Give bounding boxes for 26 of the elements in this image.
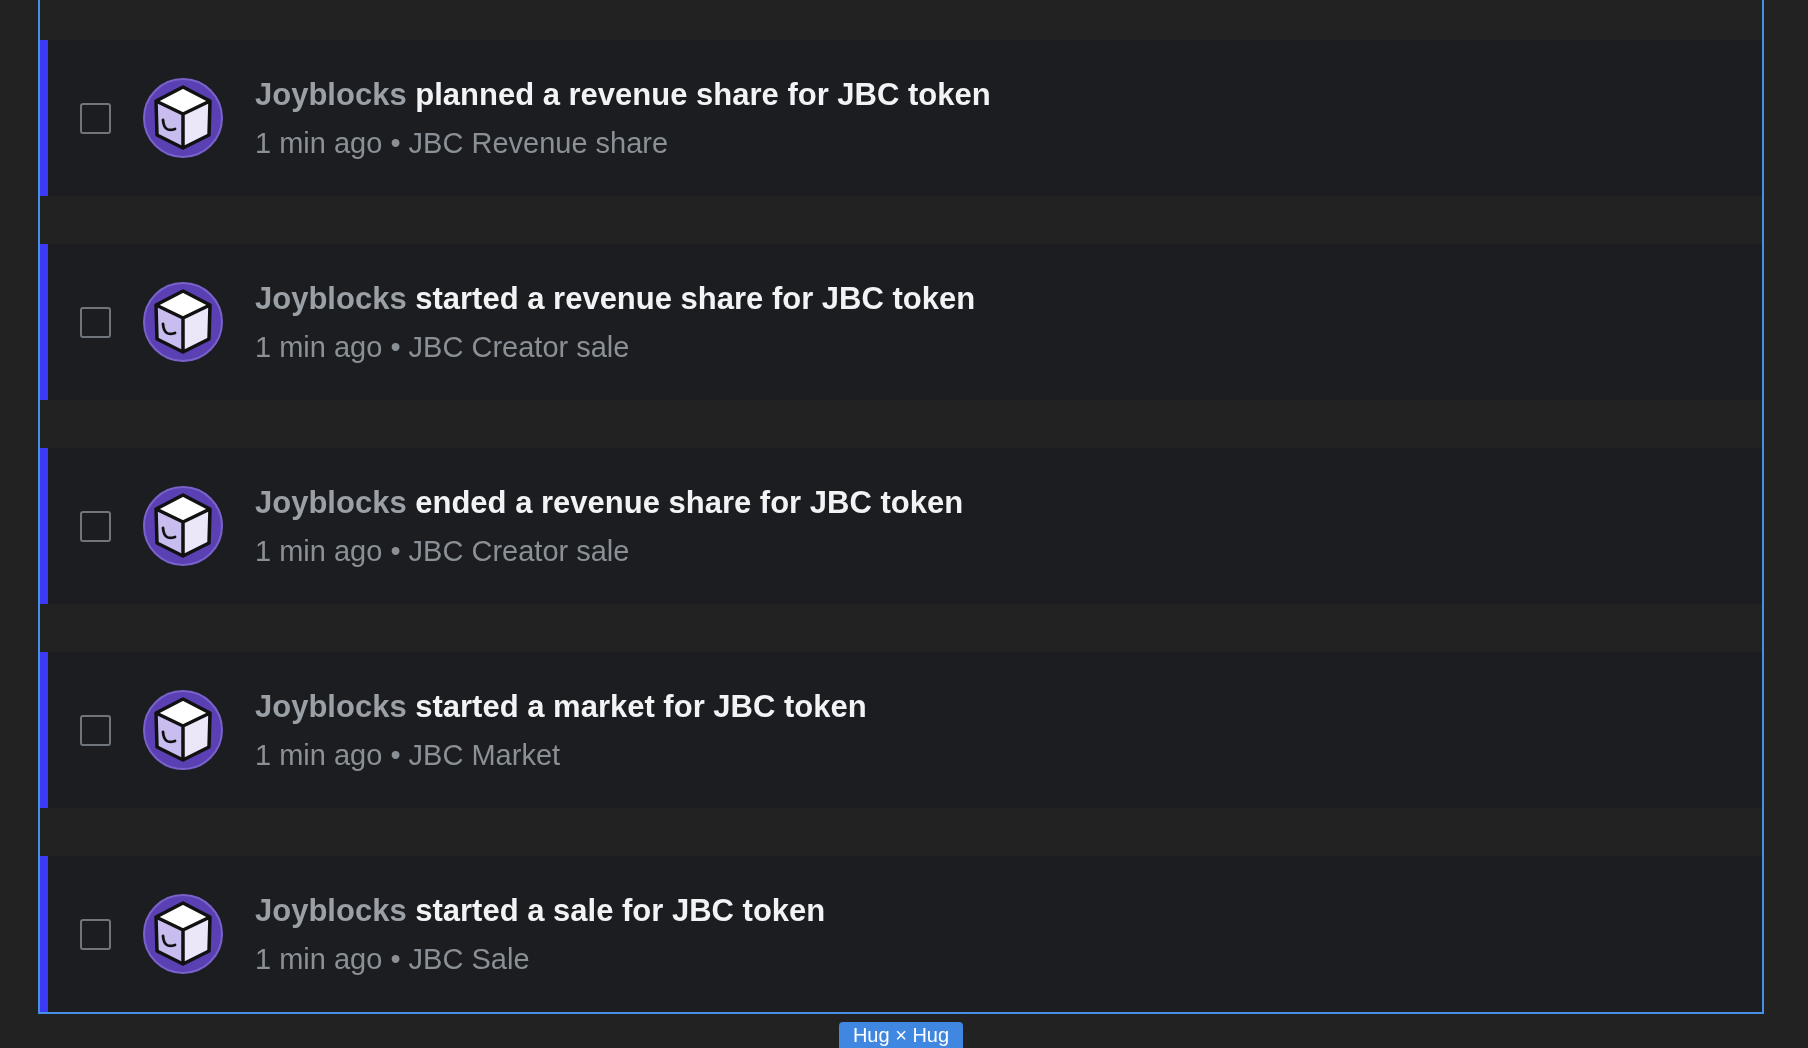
notification-row[interactable]: Joyblocks started a market for JBC token 1 min ago • JBC Market (40, 652, 1762, 808)
activity-title: Joyblocks started a sale for JBC token (255, 892, 826, 930)
size-label: Hug × Hug (838, 1022, 964, 1048)
checkbox[interactable] (80, 714, 111, 746)
notification-row[interactable]: Joyblocks ended a revenue share for JBC token 1 min ago • JBC Creator sale (40, 448, 1762, 604)
checkbox[interactable] (80, 510, 111, 542)
activity-meta: 1 min ago • JBC Creator sale (255, 330, 631, 365)
notification-row[interactable]: Joyblocks planned a revenue share for JBC token 1 min ago • JBC Revenue share (40, 40, 1762, 196)
checkbox[interactable] (80, 306, 111, 338)
cube-icon (143, 894, 223, 974)
activity-title: Joyblocks planned a revenue share for JBC token (255, 76, 991, 114)
notification-row[interactable]: Joyblocks started a revenue share for JBC token 1 min ago • JBC Creator sale (40, 244, 1762, 400)
activity-meta: 1 min ago • JBC Creator sale (255, 534, 631, 569)
activity-title: Joyblocks started a revenue share for JBC token (255, 280, 976, 318)
notification-row[interactable]: Joyblocks started a sale for JBC token 1 min ago • JBC Sale (40, 856, 1762, 1012)
cube-icon (143, 486, 223, 566)
activity-title: Joyblocks started a market for JBC token (255, 688, 867, 726)
cube-icon (143, 690, 223, 770)
activity-meta: 1 min ago • JBC Sale (255, 942, 531, 977)
activity-meta: 1 min ago • JBC Revenue share (255, 126, 670, 161)
cube-icon (143, 282, 223, 362)
activity-meta: 1 min ago • JBC Market (255, 738, 562, 773)
checkbox[interactable] (80, 102, 111, 134)
checkbox[interactable] (80, 918, 111, 950)
activity-title: Joyblocks ended a revenue share for JBC token (255, 484, 964, 522)
cube-icon (143, 78, 223, 158)
